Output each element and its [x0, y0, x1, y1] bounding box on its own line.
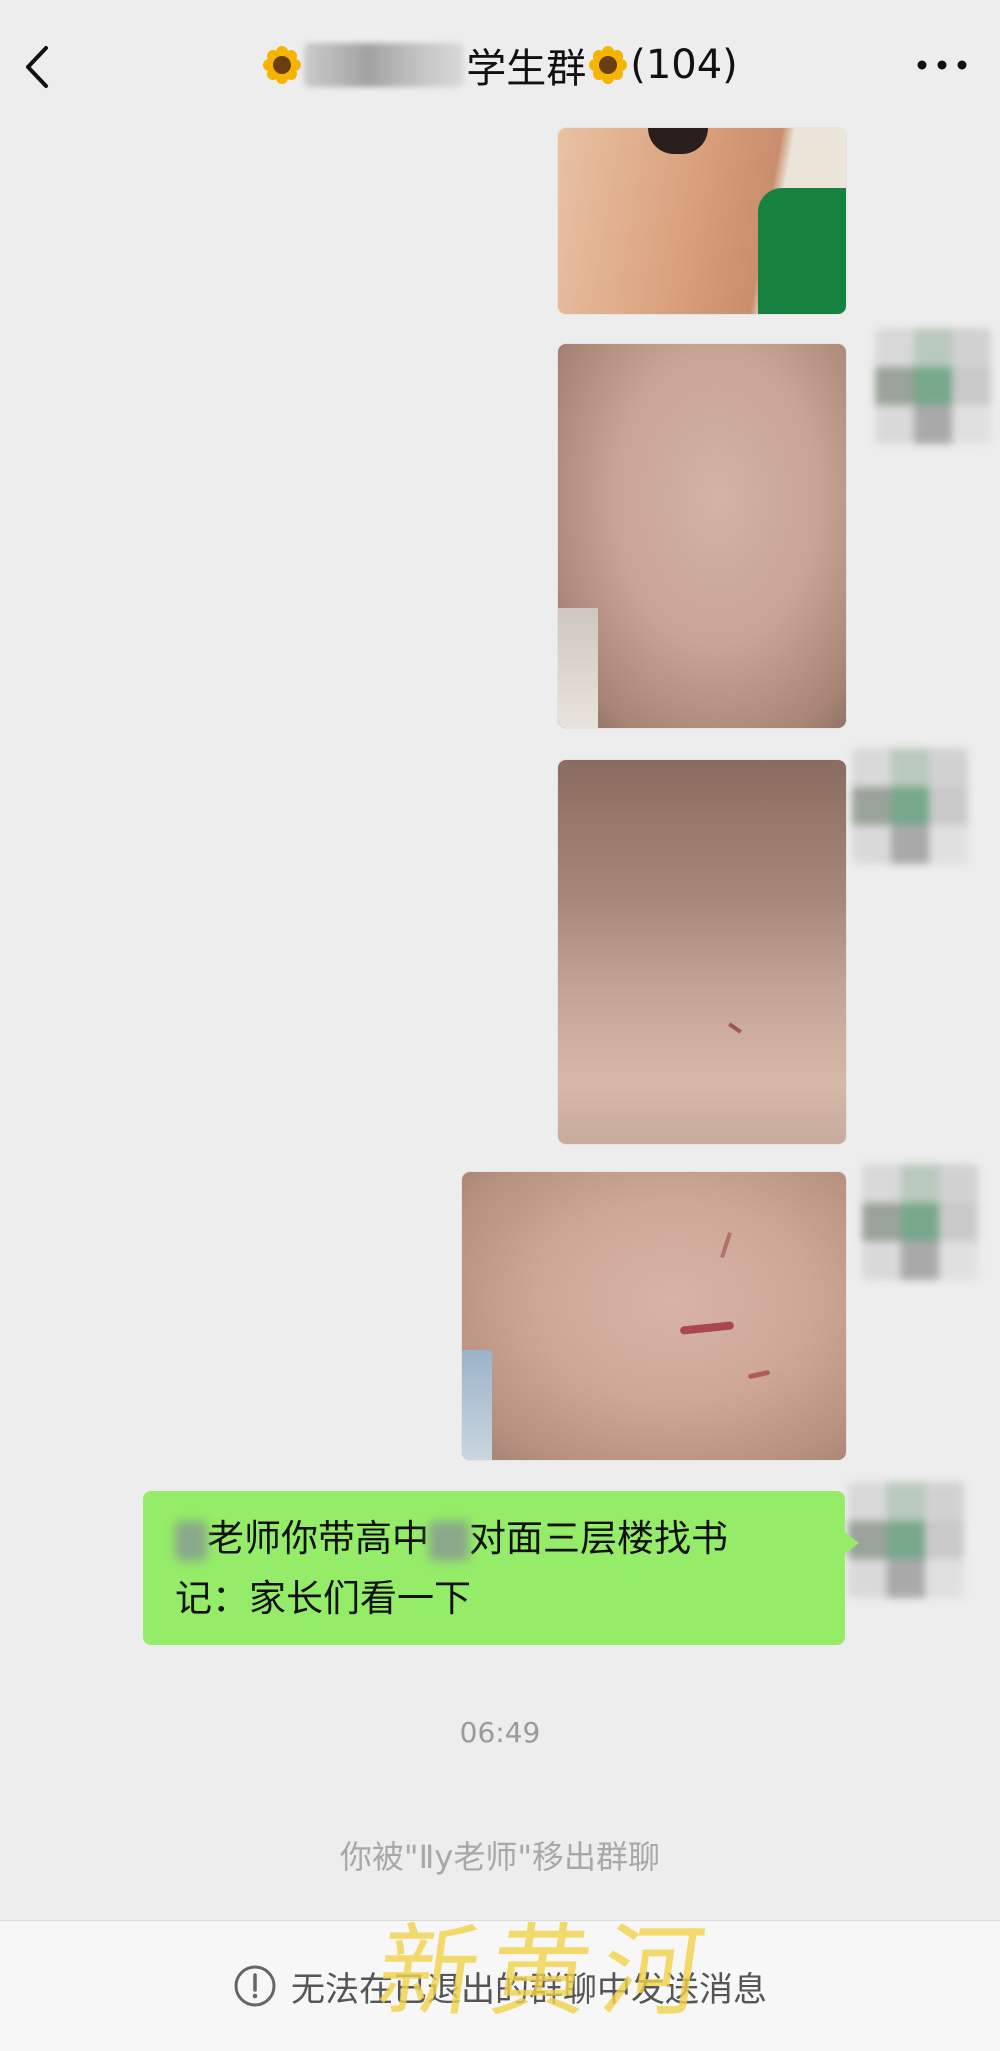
avatar[interactable] — [862, 1164, 978, 1280]
sunflower-icon — [588, 45, 628, 85]
image-message[interactable] — [558, 128, 846, 314]
photo-edge — [462, 1350, 492, 1460]
photo-hair — [648, 128, 708, 154]
info-icon — [234, 1965, 276, 2007]
text-message-bubble[interactable]: 老师你带高中 对面三层楼找书 记：家长们看一下 — [143, 1491, 859, 1645]
image-message[interactable] — [462, 1172, 846, 1460]
member-count: (104) — [630, 42, 738, 88]
chat-title: 学生群 (104) — [0, 0, 1000, 130]
message-line-1: 老师你带高中 对面三层楼找书 — [175, 1509, 813, 1569]
system-notice: 你被"Ⅱy老师"移出群聊 — [339, 1838, 661, 1876]
photo-scratch — [720, 1232, 732, 1258]
photo-edge — [558, 608, 598, 728]
blurred-group-name — [304, 43, 465, 87]
group-name-text: 学生群 — [466, 46, 587, 92]
top-bar: 学生群 (104) — [0, 0, 1000, 130]
sunflower-icon — [262, 45, 302, 85]
photo-scratch — [747, 1369, 771, 1380]
photo-scratch — [728, 1022, 742, 1034]
photo-scratch — [679, 1321, 735, 1335]
image-message[interactable] — [558, 344, 846, 728]
watermark-logo: 新黄河 — [370, 1913, 723, 2030]
avatar[interactable] — [852, 748, 968, 864]
avatar[interactable] — [875, 328, 991, 444]
image-message[interactable] — [558, 760, 846, 1144]
more-icon[interactable] — [912, 55, 972, 75]
message-line-2: 记：家长们看一下 — [175, 1577, 471, 1620]
photo-shirt — [758, 188, 846, 314]
blurred-text — [429, 1520, 469, 1561]
message-timestamp: 06:49 — [459, 1716, 541, 1749]
avatar[interactable] — [848, 1482, 964, 1598]
blurred-text — [175, 1520, 207, 1561]
